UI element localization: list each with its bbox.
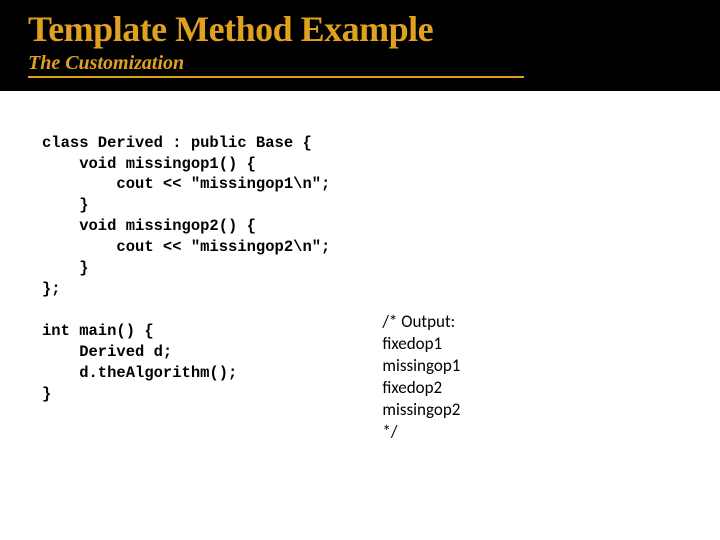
slide-header: Template Method Example The Customizatio… <box>0 0 720 91</box>
output-line: fixedop2 <box>382 377 460 399</box>
output-line: missingop1 <box>382 355 460 377</box>
slide-title: Template Method Example <box>28 10 692 50</box>
code-listing: class Derived : public Base { void missi… <box>42 133 330 444</box>
output-comment: /* Output: fixedop1 missingop1 fixedop2 … <box>382 311 460 444</box>
slide-subtitle: The Customization <box>28 52 524 78</box>
output-line: missingop2 <box>382 399 460 421</box>
output-line: fixedop1 <box>382 333 460 355</box>
slide-content: class Derived : public Base { void missi… <box>0 91 720 444</box>
output-line: */ <box>382 421 460 443</box>
output-line: /* Output: <box>382 311 460 333</box>
